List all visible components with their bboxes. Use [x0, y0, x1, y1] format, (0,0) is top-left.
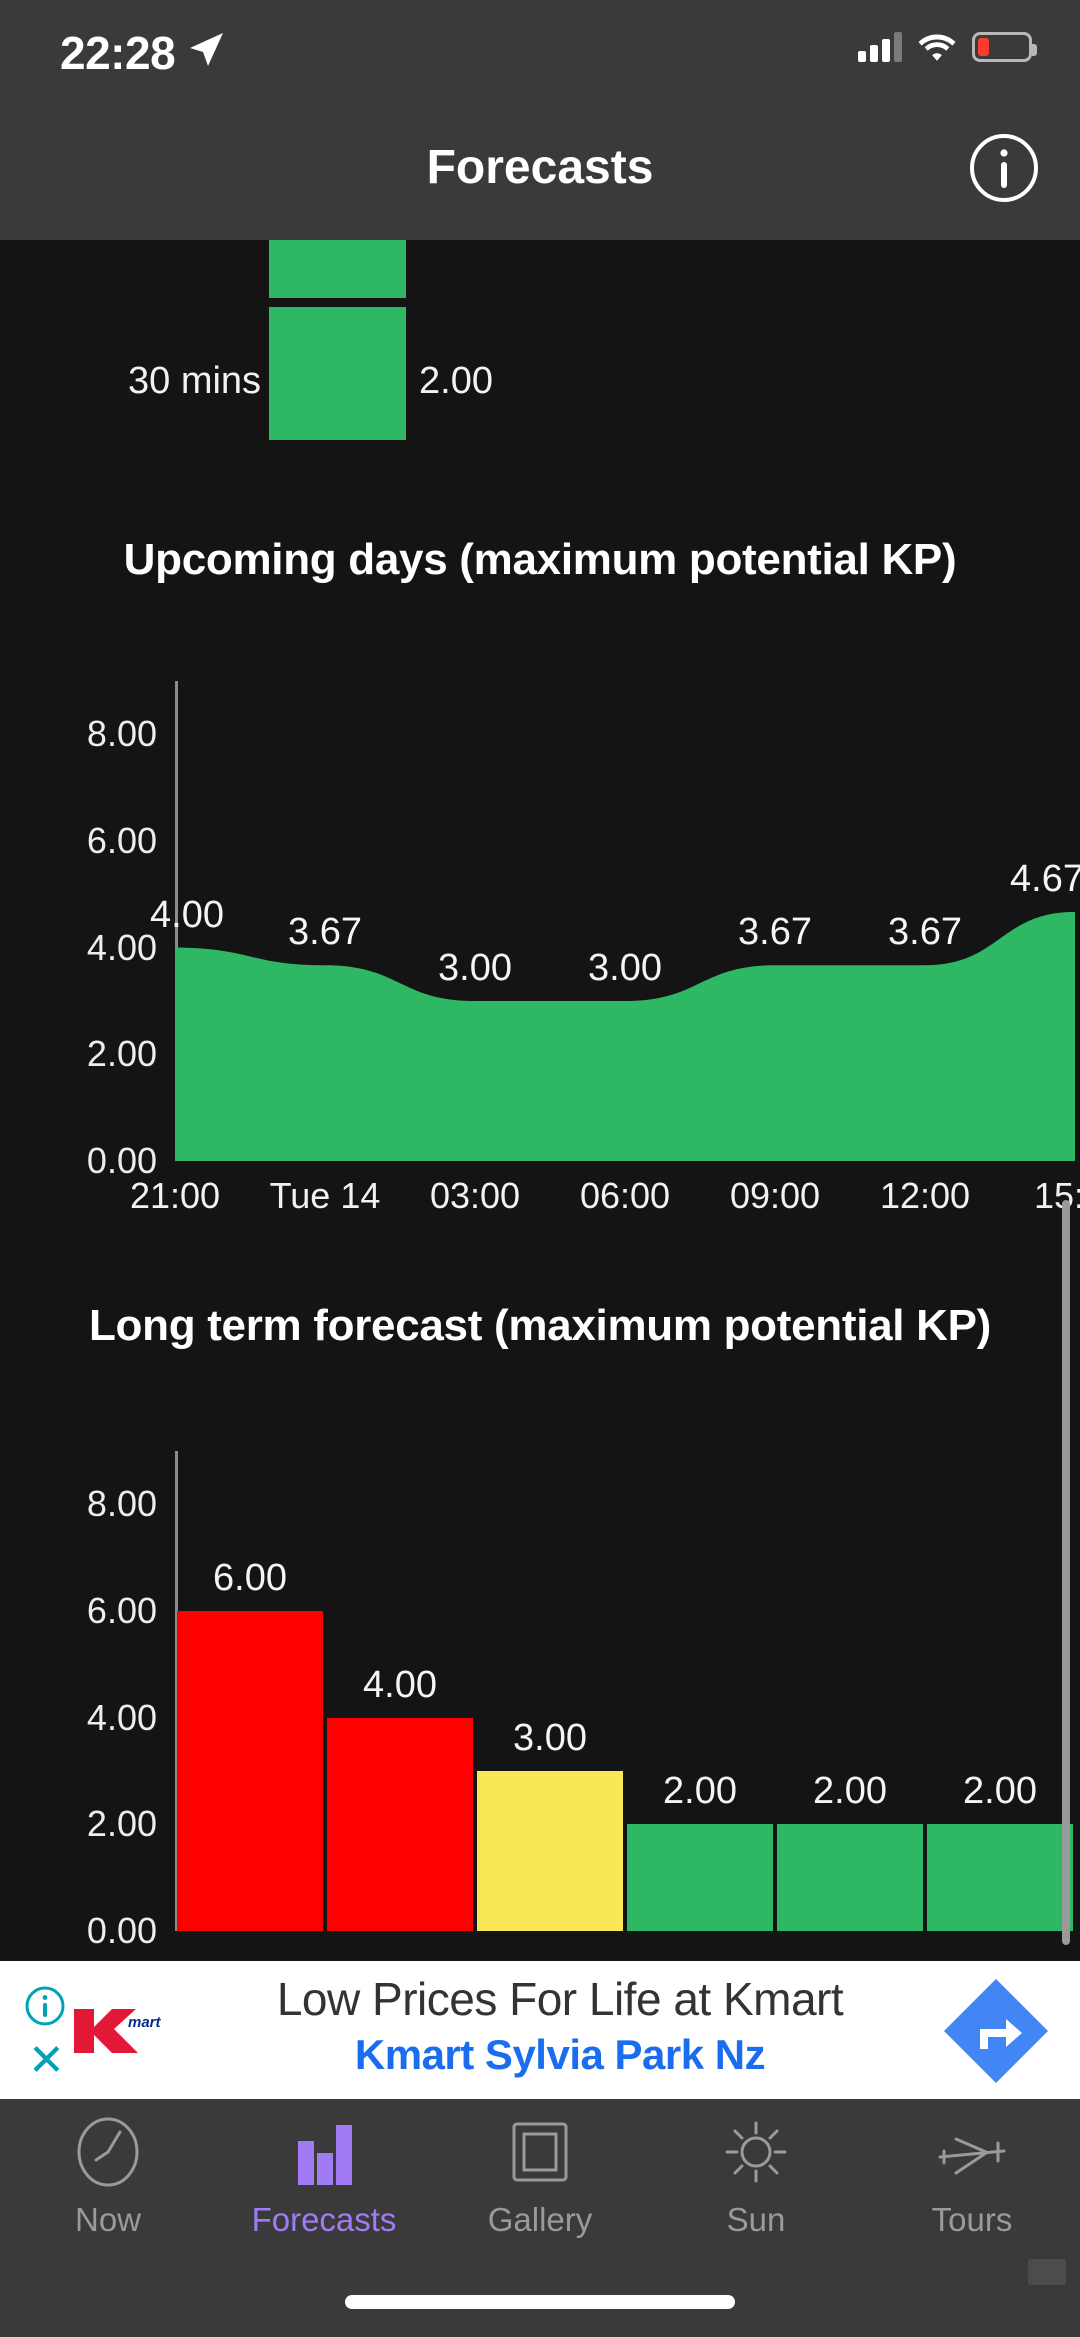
vertical-scrollbar[interactable]: [1062, 1200, 1070, 1945]
area-point-label: 3.67: [888, 911, 962, 954]
x-tick-label: 15:0(: [1033, 1175, 1080, 1216]
tab-sun[interactable]: Sun: [648, 2113, 864, 2249]
tab-label: Forecasts: [251, 2201, 397, 2238]
bar-value-label: 2.00: [663, 1770, 737, 1813]
partial-bar-upper: [269, 240, 406, 298]
long-term-chart-y-labels: 0.00 2.00 4.00 6.00 8.00: [0, 1411, 175, 1952]
y-tick-label: 8.00: [86, 1483, 157, 1525]
photo-frame-icon: [512, 2122, 568, 2182]
x-tick-label: 12:00: [879, 1175, 971, 1216]
ad-headline: Low Prices For Life at Kmart: [276, 1973, 844, 2025]
clock-icon: [77, 2117, 139, 2187]
partial-bar-gap: [269, 298, 406, 307]
ad-info-icon[interactable]: [24, 1985, 66, 2027]
y-tick-label: 6.00: [86, 1590, 157, 1631]
bar-value-label: 4.00: [363, 1663, 437, 1706]
y-tick-label: 2.00: [86, 1803, 157, 1845]
partial-chart-row-label: 30 mins: [128, 360, 262, 402]
x-tick-label: 09:00: [729, 1175, 821, 1216]
x-tick-label: Mon 13: [190, 1945, 310, 1952]
x-tick-label: Sat 18: [948, 1945, 1052, 1952]
y-tick-label: 6.00: [86, 820, 157, 861]
app-root: 22:28 Forecasts 30 mins 2.00 Upcoming da…: [0, 0, 1080, 2337]
sun-icon: [725, 2121, 787, 2183]
kmart-logo: mart: [74, 2009, 162, 2053]
svg-text:mart: mart: [128, 2014, 162, 2031]
tab-label: Tours: [931, 2201, 1013, 2238]
home-indicator: [345, 2295, 735, 2309]
y-tick-label: 8.00: [86, 713, 157, 755]
tab-label: Now: [74, 2201, 142, 2238]
tab-label: Sun: [726, 2201, 786, 2238]
ad-controls: ✕: [10, 1977, 66, 2089]
x-tick-label: 03:00: [429, 1175, 521, 1216]
battery-low-icon: [972, 32, 1037, 62]
cellular-signal-icon: [858, 32, 902, 62]
tab-now[interactable]: Now: [0, 2113, 216, 2249]
long-term-chart-bars: [175, 1451, 1075, 1931]
wifi-icon: [918, 34, 956, 61]
bar-column: [177, 1611, 323, 1931]
x-tick-label: Tue 14: [345, 1945, 456, 1952]
x-tick-label: Wed 15: [488, 1945, 611, 1952]
x-tick-label: 06:00: [579, 1175, 671, 1216]
long-term-chart: 0.00 2.00 4.00 6.00 8.00 6.00 4.00 3.00 2.00 2.0…: [0, 1411, 1080, 1952]
watermark: [1028, 2259, 1066, 2285]
status-bar-indicators: [858, 32, 1037, 62]
upcoming-days-chart: 0.00 2.00 4.00 6.00 8.00 4.00 3.67 3.00 3.00 3.6…: [0, 641, 1080, 1261]
ad-copy: Low Prices For Life at Kmart Kmart Sylvi…: [180, 1971, 940, 2081]
ad-close-icon[interactable]: ✕: [28, 2039, 65, 2083]
page-title: Forecasts: [426, 141, 654, 194]
y-tick-label: 4.00: [86, 926, 157, 968]
upcoming-chart-y-labels: 0.00 2.00 4.00 6.00 8.00: [0, 641, 175, 1261]
area-point-label: 4.67: [1010, 857, 1080, 900]
upcoming-days-title: Upcoming days (maximum potential KP): [123, 535, 957, 584]
bar-column: [327, 1717, 473, 1931]
area-point-label: 3.00: [588, 947, 662, 989]
x-tick-label: Tue 14: [269, 1175, 381, 1216]
y-tick-label: 4.00: [86, 1696, 157, 1738]
tab-label: Gallery: [487, 2201, 593, 2238]
area-point-label: 3.67: [738, 911, 812, 954]
y-tick-label: 2.00: [86, 1033, 157, 1075]
scroll-content[interactable]: 30 mins 2.00 Upcoming days (maximum pote…: [0, 240, 1080, 1952]
status-bar: 22:28: [0, 0, 1080, 104]
area-point-label: 3.00: [438, 947, 512, 989]
status-bar-time: 22:28: [60, 27, 176, 79]
location-arrow-icon: [190, 33, 223, 66]
x-tick-label: Fri 17: [804, 1945, 896, 1952]
bar-value-label: 6.00: [213, 1557, 287, 1599]
x-tick-label: 21:00: [129, 1175, 221, 1216]
airplane-icon: [938, 2137, 1006, 2175]
bar-value-label: 2.00: [963, 1770, 1037, 1813]
partial-chart-value-label: 2.00: [419, 360, 493, 402]
bar-column: [477, 1771, 623, 1931]
bar-value-label: 3.00: [513, 1717, 587, 1759]
long-term-title: Long term forecast (maximum potential KP…: [88, 1301, 992, 1350]
bar-chart-icon: [298, 2125, 352, 2185]
area-point-label: 4.00: [150, 893, 224, 936]
bar-column: [627, 1824, 773, 1931]
info-circle-icon[interactable]: [968, 132, 1040, 204]
ad-subline: Kmart Sylvia Park Nz: [354, 2030, 766, 2078]
x-tick-label: Thu 16: [644, 1945, 756, 1952]
bar-column: [927, 1824, 1073, 1931]
tab-bar: Now Forecasts Gallery Sun Tours: [0, 2099, 1080, 2337]
nav-bar: Forecasts: [0, 104, 1080, 240]
tab-tours[interactable]: Tours: [864, 2113, 1080, 2249]
partial-hourly-chart: 30 mins 2.00: [0, 240, 1080, 440]
area-point-label: 3.67: [288, 911, 362, 954]
tab-forecasts[interactable]: Forecasts: [216, 2113, 432, 2249]
y-tick-label: 0.00: [86, 1910, 157, 1951]
ad-banner[interactable]: ✕ mart Low Prices For Life at Kmart Kmar…: [0, 1957, 1080, 2099]
bar-column: [777, 1824, 923, 1931]
tab-gallery[interactable]: Gallery: [432, 2113, 648, 2249]
partial-bar-lower: [269, 307, 406, 440]
bar-value-label: 2.00: [813, 1770, 887, 1813]
arrow-right-diamond-icon[interactable]: [942, 1977, 1050, 2085]
